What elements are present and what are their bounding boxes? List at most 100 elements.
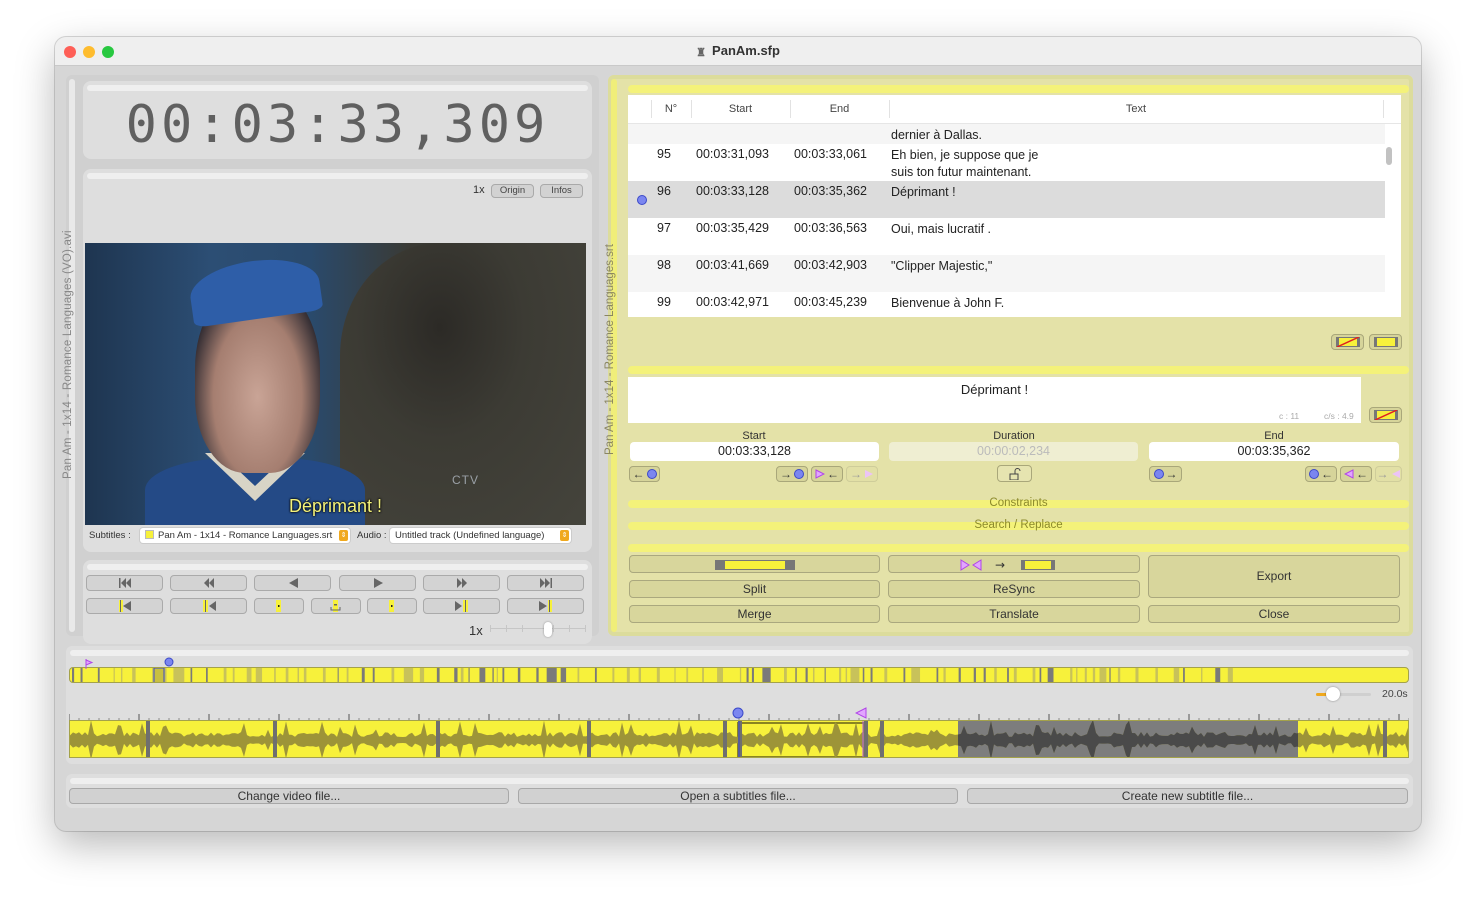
overview-gap (839, 668, 842, 682)
go-to-subtitle-start-button[interactable] (170, 598, 247, 614)
step-back-frame-button[interactable] (254, 598, 304, 614)
subtitle-boundary[interactable] (880, 721, 884, 758)
column-text[interactable]: Text (889, 103, 1383, 115)
start-from-marker-button[interactable]: ← (811, 466, 843, 482)
column-number[interactable]: N° (651, 103, 691, 115)
subtitle-boundary[interactable] (1383, 721, 1387, 758)
overview-gap (862, 668, 865, 682)
timeline-panel: 20.0s (66, 646, 1413, 764)
end-time-field[interactable]: 00:03:35,362 (1149, 442, 1399, 461)
cell-number: 99 (657, 295, 671, 309)
loop-subtitle-icon (330, 600, 341, 612)
subtitle-boundary[interactable] (436, 721, 440, 758)
subtitle-edit-text[interactable]: Déprimant ! (628, 382, 1361, 397)
change-video-button[interactable]: Change video file... (69, 788, 509, 804)
subtitle-boundary[interactable] (587, 721, 591, 758)
app-window: ♜ PanAm.sfp Pan Am - 1x14 - Romance Langu… (55, 37, 1421, 831)
step-forward-frame-button[interactable] (367, 598, 417, 614)
table-scrollbar[interactable] (1386, 147, 1392, 165)
timeline-zoom-knob[interactable] (1326, 687, 1340, 701)
overview-gap (1007, 668, 1009, 682)
marker-left-triangle-icon (1344, 469, 1354, 479)
overview-viewport[interactable] (153, 668, 165, 683)
overview-gap (419, 668, 425, 682)
end-from-marker-button[interactable]: ← (1340, 466, 1372, 482)
end-marker-handle-icon[interactable] (855, 707, 867, 721)
audio-track-select[interactable]: Untitled track (Undefined language) ⇕ (390, 528, 571, 543)
translate-button[interactable]: Translate (888, 605, 1140, 623)
play-button[interactable] (339, 575, 416, 591)
end-from-playhead-button[interactable]: → (1149, 466, 1182, 482)
go-to-end-button[interactable]: ← (1305, 466, 1337, 482)
playback-rate-slider[interactable] (490, 622, 586, 637)
expand-subtitle-button[interactable] (629, 555, 880, 573)
window-title-text: PanAm.sfp (712, 43, 780, 58)
go-to-end-marker-button[interactable]: → (1375, 466, 1402, 482)
clear-color-icon (1335, 337, 1360, 347)
video-player[interactable]: CTV Déprimant ! (85, 243, 586, 525)
resync-button[interactable]: ReSync (888, 580, 1140, 598)
loop-subtitle-button[interactable] (311, 598, 361, 614)
playhead-indicator-icon (637, 195, 647, 205)
subtitle-boundary[interactable] (146, 721, 150, 758)
overview-gap (492, 668, 494, 682)
table-row[interactable]: 98 00:03:41,669 00:03:42,903 "Clipper Majes… (628, 255, 1385, 292)
play-backward-button[interactable] (254, 575, 331, 591)
previous-subtitle-start-button[interactable] (86, 598, 163, 614)
cell-start: 00:03:35,429 (696, 221, 769, 235)
next-subtitle-button[interactable] (507, 598, 584, 614)
skip-to-end-icon (539, 578, 552, 588)
table-row[interactable]: 95 00:03:31,093 00:03:33,061 Eh bien, je su… (628, 144, 1385, 181)
start-from-playhead-button[interactable]: ← (629, 466, 660, 482)
arrow-left-icon: ← (1321, 467, 1333, 481)
overview-timeline[interactable] (69, 667, 1409, 683)
close-button[interactable]: Close (1148, 605, 1400, 623)
column-end[interactable]: End (790, 103, 889, 115)
start-time-field[interactable]: 00:03:33,128 (630, 442, 879, 461)
overview-gap (983, 668, 986, 682)
search-replace-label[interactable]: Search / Replace (628, 519, 1409, 531)
clear-color-icon (1373, 410, 1398, 420)
editor-clear-color-button[interactable] (1369, 407, 1402, 423)
origin-button[interactable]: Origin (491, 184, 534, 198)
fit-to-markers-button[interactable]: → (888, 555, 1140, 573)
skip-to-start-button[interactable] (86, 575, 163, 591)
go-to-start-marker-button[interactable]: → (846, 466, 878, 482)
export-button[interactable]: Export (1148, 555, 1400, 598)
skip-to-end-button[interactable] (507, 575, 584, 591)
overview-gap (762, 668, 771, 682)
go-to-start-button[interactable]: → (776, 466, 808, 482)
create-subtitle-button[interactable]: Create new subtitle file... (967, 788, 1408, 804)
playhead-handle-icon[interactable] (732, 707, 744, 721)
table-row[interactable]: 96 00:03:33,128 00:03:35,362 Déprimant ! (628, 181, 1385, 218)
table-row[interactable]: dernier à Dallas. (628, 124, 1385, 144)
video-watermark: CTV (452, 473, 479, 487)
go-to-subtitle-end-button[interactable] (423, 598, 500, 614)
subtitle-boundary[interactable] (273, 721, 277, 758)
merge-button[interactable]: Merge (629, 605, 880, 623)
open-subtitles-button[interactable]: Open a subtitles file... (518, 788, 958, 804)
table-row[interactable]: 97 00:03:35,429 00:03:36,563 Oui, mais lucr… (628, 218, 1385, 255)
waveform-timeline[interactable] (69, 720, 1409, 758)
cell-end: 00:03:36,563 (794, 221, 867, 235)
constraints-label[interactable]: Constraints (628, 497, 1409, 509)
overview-gap (870, 668, 873, 682)
yellow-color-button[interactable] (1369, 334, 1402, 350)
subtitle-boundary[interactable] (864, 721, 868, 758)
split-button[interactable]: Split (629, 580, 880, 598)
overview-gap (322, 668, 326, 682)
subtitle-text-editor[interactable]: Déprimant ! c : 11 c/s : 4.9 (628, 377, 1361, 423)
overview-gap (911, 668, 921, 682)
timeline-zoom-slider[interactable]: 20.0s (1316, 687, 1408, 701)
overview-playhead-icon[interactable] (163, 657, 175, 669)
table-row[interactable]: 99 00:03:42,971 00:03:45,239 Bienvenue à Jo… (628, 292, 1385, 317)
subtitles-track-select[interactable]: Pan Am - 1x14 - Romance Languages.srt ⇕ (140, 528, 350, 543)
clear-color-button[interactable] (1331, 334, 1364, 350)
subtitle-boundary[interactable] (723, 721, 727, 758)
lock-duration-button[interactable] (997, 465, 1032, 482)
column-start[interactable]: Start (691, 103, 790, 115)
fast-forward-button[interactable] (423, 575, 500, 591)
playback-rate-knob[interactable] (543, 622, 552, 637)
fast-rewind-button[interactable] (170, 575, 247, 591)
infos-button[interactable]: Infos (540, 184, 583, 198)
